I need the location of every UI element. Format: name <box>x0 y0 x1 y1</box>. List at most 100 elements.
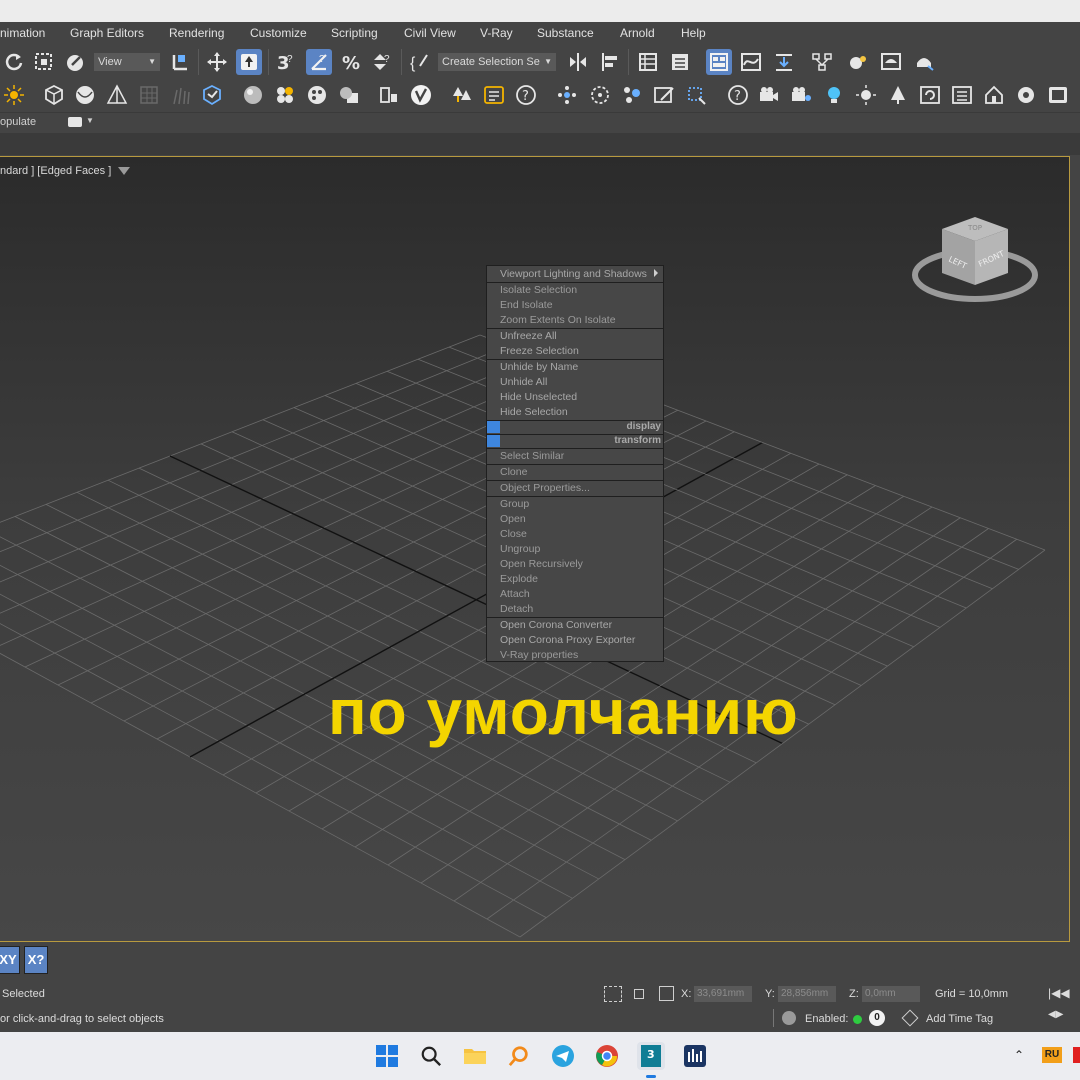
selection-set-dropdown[interactable]: Create Selection Se ▼ <box>438 53 556 71</box>
enabled-count-badge[interactable]: 0 <box>869 1010 885 1026</box>
scene-states-icon[interactable] <box>200 83 224 107</box>
material-sphere-icon[interactable] <box>241 83 265 107</box>
menu-item-detach[interactable]: Detach <box>500 603 533 615</box>
help-icon[interactable]: ? <box>726 83 750 107</box>
dope-sheet-icon[interactable] <box>772 50 796 74</box>
3dsmax-taskbar-icon[interactable]: 3 <box>637 1042 665 1070</box>
list-panel-icon[interactable] <box>482 83 506 107</box>
camera-icon[interactable] <box>757 83 781 107</box>
menu-item-open-recursively[interactable]: Open Recursively <box>500 558 583 570</box>
perspective-viewport[interactable]: ndard ] [Edged Faces ] TOP LEFT FRONT Vi… <box>0 156 1070 942</box>
menu-item-vray-properties[interactable]: V-Ray properties <box>500 649 578 661</box>
table-icon[interactable] <box>950 83 974 107</box>
menu-item-zoom-extents-isolate[interactable]: Zoom Extents On Isolate <box>500 314 616 326</box>
tree-icon[interactable] <box>886 83 910 107</box>
render-teapot-icon[interactable] <box>912 50 936 74</box>
lock-icon[interactable] <box>634 989 644 999</box>
menu-item-unhide-all[interactable]: Unhide All <box>500 376 547 388</box>
pyramid-icon[interactable] <box>105 83 129 107</box>
file-explorer-icon[interactable] <box>461 1042 489 1070</box>
key-nav-icon[interactable]: ◀▶ <box>1048 1009 1063 1020</box>
menu-item-object-properties[interactable]: Object Properties... <box>500 482 590 494</box>
menu-civil-view[interactable]: Civil View <box>404 26 456 40</box>
menu-item-select-similar[interactable]: Select Similar <box>500 450 564 462</box>
z-coord-field[interactable]: 0,0mm <box>862 986 920 1002</box>
menu-item-explode[interactable]: Explode <box>500 573 538 585</box>
equalizer-app-icon[interactable] <box>681 1042 709 1070</box>
pivot-icon[interactable] <box>168 50 192 74</box>
spinner-snap-icon[interactable]: ? <box>370 50 394 74</box>
grid-object-icon[interactable] <box>137 83 161 107</box>
populate-tab[interactable]: opulate <box>0 116 36 128</box>
menu-item-ungroup[interactable]: Ungroup <box>500 543 540 555</box>
cube-icon[interactable] <box>42 83 66 107</box>
light-sun-icon[interactable] <box>2 83 26 107</box>
menu-item-group[interactable]: Group <box>500 498 529 510</box>
viewport-label[interactable]: ndard ] [Edged Faces ] <box>0 165 111 177</box>
render-setup-icon[interactable] <box>846 50 870 74</box>
menu-item-viewport-lighting[interactable]: Viewport Lighting and Shadows <box>500 268 647 280</box>
menu-item-attach[interactable]: Attach <box>500 588 530 600</box>
cluster-icon[interactable] <box>555 83 579 107</box>
redo-icon[interactable] <box>2 50 26 74</box>
menu-item-open[interactable]: Open <box>500 513 526 525</box>
windows-start-icon[interactable] <box>373 1042 401 1070</box>
grass-icon[interactable] <box>169 83 193 107</box>
absolute-mode-icon[interactable] <box>659 986 674 1001</box>
layer-explorer-icon[interactable] <box>636 50 660 74</box>
image-edit-icon[interactable] <box>652 83 676 107</box>
mirror-icon[interactable] <box>566 50 590 74</box>
scatter-trees-icon[interactable] <box>450 83 474 107</box>
menu-rendering[interactable]: Rendering <box>169 26 224 40</box>
sun-light-icon[interactable] <box>854 83 878 107</box>
filter-icon[interactable] <box>118 167 130 175</box>
y-coord-field[interactable]: 28,856mm <box>778 986 836 1002</box>
refresh-frame-icon[interactable] <box>918 83 942 107</box>
menu-item-corona-converter[interactable]: Open Corona Converter <box>500 619 612 631</box>
window-icon[interactable] <box>1046 83 1070 107</box>
percent-snap-icon[interactable]: % <box>340 50 364 74</box>
telegram-icon[interactable] <box>549 1042 577 1070</box>
rendered-frame-icon[interactable] <box>879 50 903 74</box>
light-bulb-icon[interactable] <box>822 83 846 107</box>
gear-icon[interactable] <box>1014 83 1038 107</box>
select-region-icon[interactable] <box>32 50 56 74</box>
curve-editor-icon[interactable] <box>739 50 763 74</box>
menu-item-unfreeze-all[interactable]: Unfreeze All <box>500 330 557 342</box>
ribbon-toggle-icon[interactable] <box>68 117 82 127</box>
menu-substance[interactable]: Substance <box>537 26 594 40</box>
menu-item-isolate-selection[interactable]: Isolate Selection <box>500 284 577 296</box>
search-icon[interactable] <box>417 1042 445 1070</box>
help-circle-icon[interactable]: ? <box>514 83 538 107</box>
vray-logo-icon[interactable] <box>409 83 433 107</box>
select-object-icon[interactable] <box>236 49 262 75</box>
menu-item-unhide-by-name[interactable]: Unhide by Name <box>500 361 578 373</box>
menu-customize[interactable]: Customize <box>250 26 307 40</box>
menu-item-close[interactable]: Close <box>500 528 527 540</box>
search-app-icon[interactable] <box>505 1042 533 1070</box>
scatter-objects-icon[interactable] <box>620 83 644 107</box>
selection-lock-icon[interactable] <box>604 986 622 1002</box>
menu-item-corona-proxy-exporter[interactable]: Open Corona Proxy Exporter <box>500 634 635 646</box>
camera-settings-icon[interactable] <box>789 83 813 107</box>
tray-chevron-up-icon[interactable]: ⌃ <box>1014 1048 1024 1062</box>
x-coord-field[interactable]: 33,691mm <box>694 986 752 1002</box>
menu-arnold[interactable]: Arnold <box>620 26 655 40</box>
frame-buffer-icon[interactable] <box>377 83 401 107</box>
viewcube[interactable]: TOP LEFT FRONT <box>910 213 1040 313</box>
menu-scripting[interactable]: Scripting <box>331 26 378 40</box>
menu-item-freeze-selection[interactable]: Freeze Selection <box>500 345 579 357</box>
move-icon[interactable] <box>205 50 229 74</box>
palette-icon[interactable] <box>305 83 329 107</box>
xq-axis-button[interactable]: X? <box>24 946 48 974</box>
material-editor-icon[interactable] <box>273 83 297 107</box>
link-icon[interactable] <box>64 50 88 74</box>
chrome-icon[interactable] <box>593 1042 621 1070</box>
snap-3d-icon[interactable]: 3? <box>274 50 298 74</box>
sphere-icon[interactable] <box>73 83 97 107</box>
target-icon[interactable] <box>588 83 612 107</box>
angle-snap-icon[interactable]: ? <box>306 49 332 75</box>
isolate-toggle-icon[interactable] <box>782 1011 796 1025</box>
schematic-view-icon[interactable] <box>810 50 834 74</box>
material-browser-icon[interactable] <box>337 83 361 107</box>
